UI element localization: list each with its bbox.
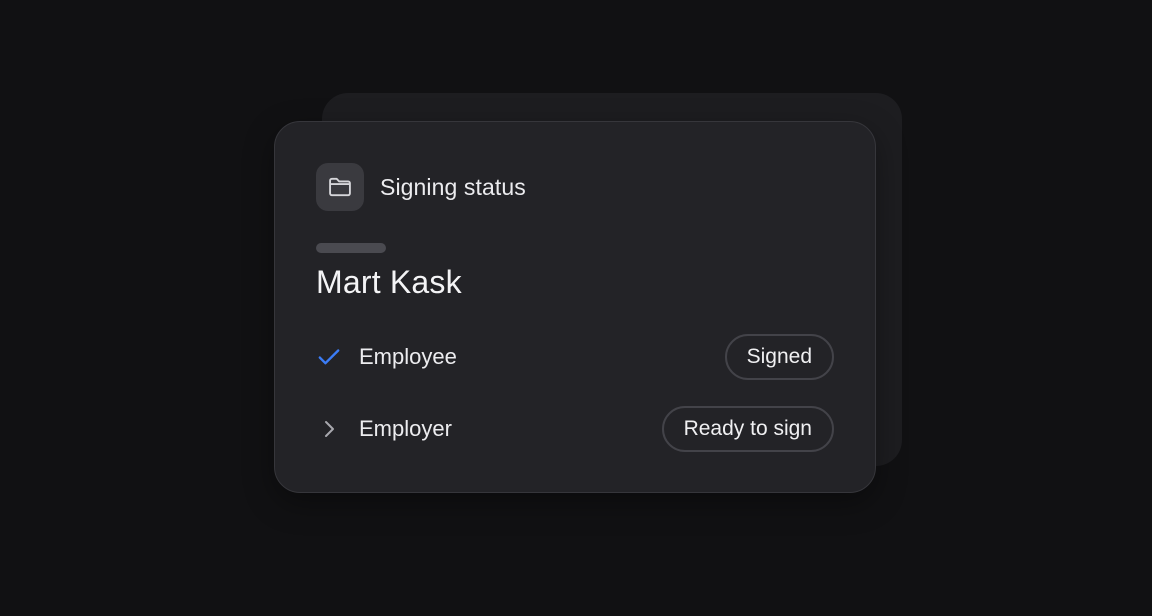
person-name: Mart Kask <box>316 264 462 300</box>
signing-status-card: Signing status Mart Kask Employee Signed… <box>274 121 876 493</box>
card-title: Signing status <box>380 173 526 200</box>
signer-row-employer[interactable]: Employer Ready to sign <box>316 405 834 453</box>
folder-icon <box>316 163 364 211</box>
chevron-right-icon[interactable] <box>315 415 343 443</box>
status-badge-signed[interactable]: Signed <box>724 334 834 380</box>
status-badge-ready-to-sign[interactable]: Ready to sign <box>661 406 834 452</box>
check-icon <box>315 343 343 371</box>
signer-role-label: Employer <box>359 416 452 441</box>
signer-row-employee[interactable]: Employee Signed <box>316 333 834 381</box>
signer-role-label: Employee <box>359 344 457 369</box>
card-header: Signing status <box>316 163 526 211</box>
loading-placeholder-bar <box>316 243 386 253</box>
stage: Signing status Mart Kask Employee Signed… <box>0 0 1152 616</box>
